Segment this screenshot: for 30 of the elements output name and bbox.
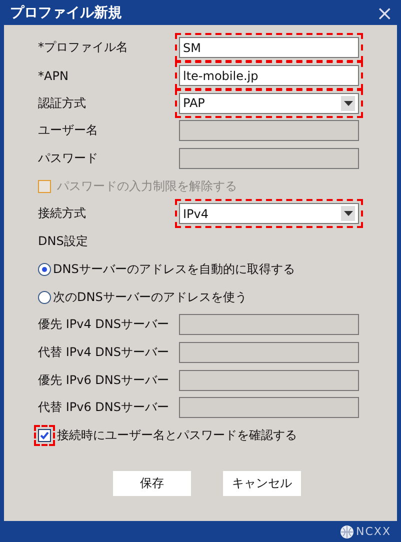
globe-icon bbox=[340, 524, 354, 538]
cancel-button[interactable]: キャンセル bbox=[223, 471, 301, 496]
field-label: 認証方式 bbox=[38, 94, 87, 112]
radio-button[interactable] bbox=[38, 262, 51, 276]
field-label: 代替 IPv4 DNSサーバー bbox=[38, 344, 170, 361]
field-label: 代替 IPv6 DNSサーバー bbox=[38, 399, 170, 416]
field-label: *APN bbox=[38, 68, 70, 83]
window-title: プロファイル新規 bbox=[10, 4, 122, 22]
save-button[interactable]: 保存 bbox=[113, 471, 191, 496]
close-button[interactable]: × bbox=[376, 2, 393, 22]
field-label: 優先 IPv6 DNSサーバー bbox=[38, 372, 170, 389]
radio-label: DNSサーバーのアドレスを自動的に取得する bbox=[53, 260, 295, 278]
radio-button[interactable] bbox=[38, 290, 51, 304]
field-label: 接続方式 bbox=[38, 205, 87, 222]
caret-icon bbox=[341, 206, 355, 222]
section-label: DNS設定 bbox=[38, 233, 89, 250]
checkbox-label: パスワードの入力制限を解除する bbox=[57, 178, 237, 195]
checkbox[interactable] bbox=[38, 428, 51, 442]
caret-icon bbox=[341, 96, 355, 111]
field-label: パスワード bbox=[38, 150, 99, 168]
input-field[interactable]: lte-mobile.jp bbox=[179, 65, 359, 86]
dropdown-field[interactable]: IPv4 bbox=[179, 203, 359, 224]
radio-label: 次のDNSサーバーのアドレスを使う bbox=[53, 288, 247, 306]
field-label: 優先 IPv4 DNSサーバー bbox=[38, 316, 170, 334]
logo-text: NCXX bbox=[356, 525, 391, 538]
checkbox-label: 接続時にユーザー名とパスワードを確認する bbox=[57, 426, 297, 444]
field-label: *プロファイル名 bbox=[38, 39, 129, 56]
dropdown-field[interactable]: PAP bbox=[179, 92, 359, 114]
field-label: ユーザー名 bbox=[38, 122, 99, 140]
input-field[interactable]: SM bbox=[179, 37, 359, 58]
